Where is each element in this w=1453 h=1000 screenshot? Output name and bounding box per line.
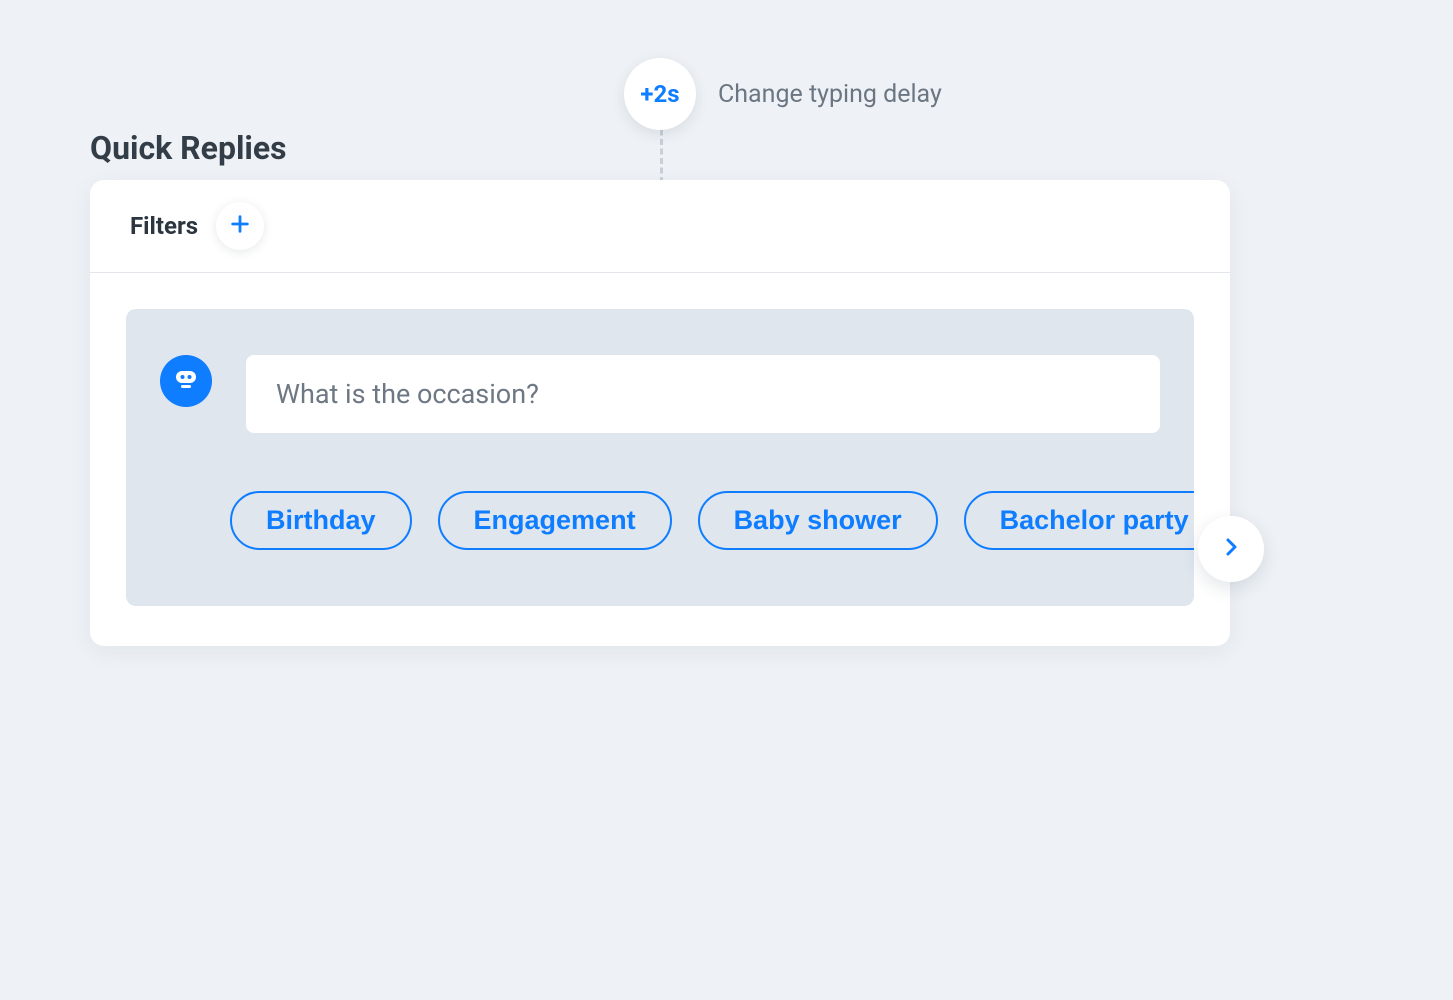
page-title: Quick Replies xyxy=(90,129,287,167)
quick-replies-card: Filters xyxy=(90,180,1230,646)
bot-prompt-text[interactable] xyxy=(274,377,1132,411)
bot-icon xyxy=(170,363,202,399)
add-filter-button[interactable] xyxy=(216,202,264,250)
filters-bar: Filters xyxy=(90,180,1230,273)
typing-delay-value: +2s xyxy=(640,80,679,108)
bot-prompt-input[interactable] xyxy=(246,355,1160,433)
typing-delay-badge[interactable]: +2s xyxy=(624,58,696,130)
chevron-right-icon xyxy=(1219,535,1243,563)
typing-delay-label[interactable]: Change typing delay xyxy=(718,80,942,109)
filters-label: Filters xyxy=(130,212,198,240)
quick-reply-chips: Birthday Engagement Baby shower Bachelor… xyxy=(230,491,1160,550)
quick-reply-chip[interactable]: Birthday xyxy=(230,491,412,550)
quick-reply-chip[interactable]: Engagement xyxy=(438,491,672,550)
quick-reply-chip[interactable]: Bachelor party xyxy=(964,491,1194,550)
typing-delay-control: +2s Change typing delay xyxy=(624,58,942,130)
plus-icon xyxy=(229,213,251,239)
bot-avatar xyxy=(160,355,212,407)
message-panel: Birthday Engagement Baby shower Bachelor… xyxy=(126,309,1194,606)
scroll-right-button[interactable] xyxy=(1198,516,1264,582)
quick-reply-chip[interactable]: Baby shower xyxy=(698,491,938,550)
bot-message-row xyxy=(160,355,1160,433)
